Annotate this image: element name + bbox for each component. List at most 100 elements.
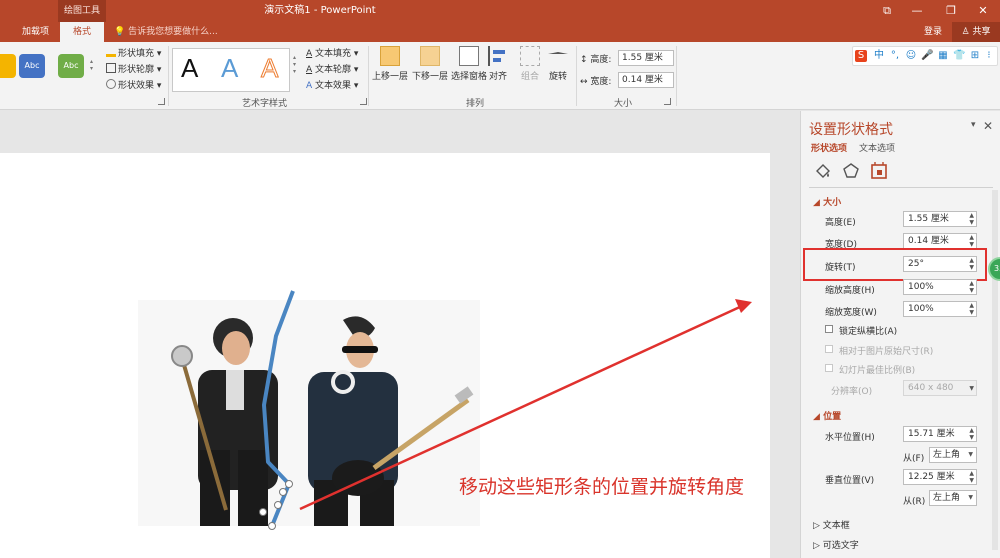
ime-toolbar[interactable]: S 中 °, ☺ 🎤 ▦ 👕 ⊞ ⁝ bbox=[852, 46, 998, 66]
ribbon-width-input[interactable]: 0.14 厘米 bbox=[618, 72, 674, 88]
emoji-icon[interactable]: ☺ bbox=[905, 50, 917, 62]
size-section-header[interactable]: ◢ 大小 bbox=[813, 195, 841, 208]
height-spinner[interactable]: 1.55 厘米 ▲ ▼ bbox=[903, 211, 977, 227]
horizontal-from-dropdown[interactable]: 左上角 ▼ bbox=[929, 447, 977, 463]
rotate-button[interactable]: 旋转 bbox=[540, 46, 576, 82]
scale-width-spinner[interactable]: 100% ▲ ▼ bbox=[903, 301, 977, 317]
text-fill-button[interactable]: A 文本填充 ▾ bbox=[306, 46, 358, 59]
width-spinner[interactable]: 0.14 厘米 ▲ ▼ bbox=[903, 233, 977, 249]
wordart-blue[interactable]: A bbox=[221, 53, 238, 84]
title-bar: 绘图工具 演示文稿1 - PowerPoint ⧉ — ❐ ✕ bbox=[0, 0, 1000, 22]
window-title: 演示文稿1 - PowerPoint bbox=[264, 5, 376, 16]
spinner-arrows-icon[interactable]: ▲ ▼ bbox=[969, 257, 974, 271]
keyboard-icon[interactable]: ▦ bbox=[937, 50, 949, 62]
pane-options-chevron-icon[interactable]: ▾ bbox=[971, 120, 976, 130]
share-label: 共享 bbox=[972, 27, 991, 37]
minimize-button[interactable]: — bbox=[900, 0, 934, 22]
vertical-position-label: 垂直位置(V) bbox=[825, 476, 875, 486]
shirt-skin-icon[interactable]: 👕 bbox=[953, 50, 965, 62]
ime-mode-chinese[interactable]: 中 bbox=[873, 50, 885, 62]
shape-styles-launcher[interactable] bbox=[158, 98, 165, 105]
separator bbox=[168, 46, 169, 106]
align-button[interactable]: 对齐 bbox=[480, 46, 516, 82]
alt-text-section-header[interactable]: ▷ 可选文字 bbox=[813, 538, 859, 551]
wordart-orange[interactable]: A bbox=[260, 53, 278, 84]
ribbon-tab-row: 加载项 格式 💡 告诉我您想要做什么... 登录 ♙ 共享 bbox=[0, 22, 1000, 42]
login-link[interactable]: 登录 bbox=[924, 22, 942, 42]
send-backward-icon bbox=[420, 46, 440, 66]
height-icon: ↕ bbox=[580, 55, 588, 65]
close-button[interactable]: ✕ bbox=[966, 0, 1000, 22]
spinner-arrows-icon[interactable]: ▲ ▼ bbox=[969, 427, 974, 441]
spinner-arrows-icon[interactable]: ▲ ▼ bbox=[969, 234, 974, 248]
shape-style-blue[interactable]: Abc bbox=[19, 54, 45, 78]
from-label-vertical: 从(R) bbox=[903, 497, 926, 507]
style-gallery-scroll[interactable]: ▴ ▾ bbox=[90, 58, 93, 72]
text-effects-button[interactable]: A 文本效果 ▾ bbox=[306, 78, 358, 91]
singers-photo[interactable] bbox=[138, 300, 480, 526]
spinner-arrows-icon[interactable]: ▲ ▼ bbox=[969, 302, 974, 316]
maximize-button[interactable]: ❐ bbox=[934, 0, 968, 22]
scale-width-label: 缩放宽度(W) bbox=[825, 308, 877, 318]
tab-text-options[interactable]: 文本选项 bbox=[859, 141, 895, 154]
spinner-arrows-icon[interactable]: ▲ ▼ bbox=[969, 280, 974, 294]
singers-illustration bbox=[138, 300, 480, 526]
text-outline-button[interactable]: A 文本轮廓 ▾ bbox=[306, 62, 358, 75]
bring-forward-icon bbox=[380, 46, 400, 66]
spinner-arrows-icon[interactable]: ▲ ▼ bbox=[969, 470, 974, 484]
relative-original-checkbox[interactable] bbox=[825, 345, 833, 353]
tab-shape-options[interactable]: 形状选项 bbox=[811, 141, 847, 154]
bring-forward-button[interactable]: 上移一层 bbox=[370, 46, 410, 82]
wordart-launcher[interactable] bbox=[360, 98, 367, 105]
position-section-header[interactable]: ◢ 位置 bbox=[813, 409, 841, 422]
slide-caption[interactable]: 移动这些矩形条的位置并旋转角度 bbox=[459, 472, 744, 499]
lock-aspect-checkbox[interactable] bbox=[825, 325, 833, 333]
ribbon-display-options-icon[interactable]: ⧉ bbox=[870, 0, 904, 22]
ribbon-width-label: ↔ 宽度: bbox=[580, 77, 612, 87]
resolution-dropdown[interactable]: 640 x 480 ▼ bbox=[903, 380, 977, 396]
tell-me-search[interactable]: 💡 告诉我您想要做什么... bbox=[114, 22, 218, 42]
horizontal-position-spinner[interactable]: 15.71 厘米 ▲ ▼ bbox=[903, 426, 977, 442]
group-icon bbox=[520, 46, 540, 66]
size-properties-icon[interactable] bbox=[869, 161, 889, 181]
textbox-section-header[interactable]: ▷ 文本框 bbox=[813, 518, 850, 531]
tab-format[interactable]: 格式 bbox=[60, 22, 104, 42]
paint-bucket-icon bbox=[106, 47, 116, 57]
ribbon-height-input[interactable]: 1.55 厘米 bbox=[618, 50, 674, 66]
height-label: 高度(E) bbox=[825, 218, 856, 228]
send-backward-button[interactable]: 下移一层 bbox=[410, 46, 450, 82]
resolution-label: 分辨率(O) bbox=[831, 387, 873, 397]
pane-close-icon[interactable]: ✕ bbox=[983, 119, 993, 133]
shape-outline-button[interactable]: 形状轮廓 ▾ bbox=[106, 62, 161, 75]
scale-height-spinner[interactable]: 100% ▲ ▼ bbox=[903, 279, 977, 295]
pen-icon bbox=[106, 63, 116, 73]
person-icon: ♙ bbox=[961, 27, 970, 37]
chevron-down-icon: ▼ bbox=[968, 451, 973, 458]
fill-line-icon[interactable] bbox=[813, 161, 833, 181]
shape-style-green[interactable]: Abc bbox=[58, 54, 84, 78]
tab-addins[interactable]: 加载项 bbox=[16, 22, 55, 42]
text-effects-icon: A bbox=[306, 81, 313, 91]
from-label-horizontal: 从(F) bbox=[903, 454, 925, 464]
wordart-gallery[interactable]: A A A bbox=[172, 48, 290, 92]
shape-style-gold[interactable] bbox=[0, 54, 16, 78]
effects-pentagon-icon[interactable] bbox=[841, 161, 861, 181]
spinner-arrows-icon[interactable]: ▲ ▼ bbox=[969, 212, 974, 226]
shape-fill-button[interactable]: 形状填充 ▾ bbox=[106, 46, 161, 59]
vertical-position-spinner[interactable]: 12.25 厘米 ▲ ▼ bbox=[903, 469, 977, 485]
wordart-gallery-scroll[interactable]: ▴ ▾ ▾ bbox=[293, 54, 296, 75]
pane-scrollbar[interactable] bbox=[992, 190, 998, 550]
shape-effects-button[interactable]: 形状效果 ▾ bbox=[106, 78, 161, 91]
wordart-black[interactable]: A bbox=[181, 53, 198, 84]
rotation-spinner[interactable]: 25° ▲ ▼ bbox=[903, 256, 977, 272]
size-launcher[interactable] bbox=[664, 98, 671, 105]
best-scale-checkbox[interactable] bbox=[825, 364, 833, 372]
punctuation-icon[interactable]: °, bbox=[889, 50, 901, 62]
microphone-icon[interactable]: 🎤 bbox=[921, 50, 933, 62]
vertical-from-dropdown[interactable]: 左上角 ▼ bbox=[929, 490, 977, 506]
chevron-down-icon: ▼ bbox=[968, 494, 973, 501]
ribbon-height-label: ↕ 高度: bbox=[580, 55, 612, 65]
toolbox-icon[interactable]: ⊞ bbox=[969, 50, 981, 62]
menu-grid-icon[interactable]: ⁝ bbox=[983, 50, 995, 62]
share-button[interactable]: ♙ 共享 bbox=[952, 22, 1000, 42]
